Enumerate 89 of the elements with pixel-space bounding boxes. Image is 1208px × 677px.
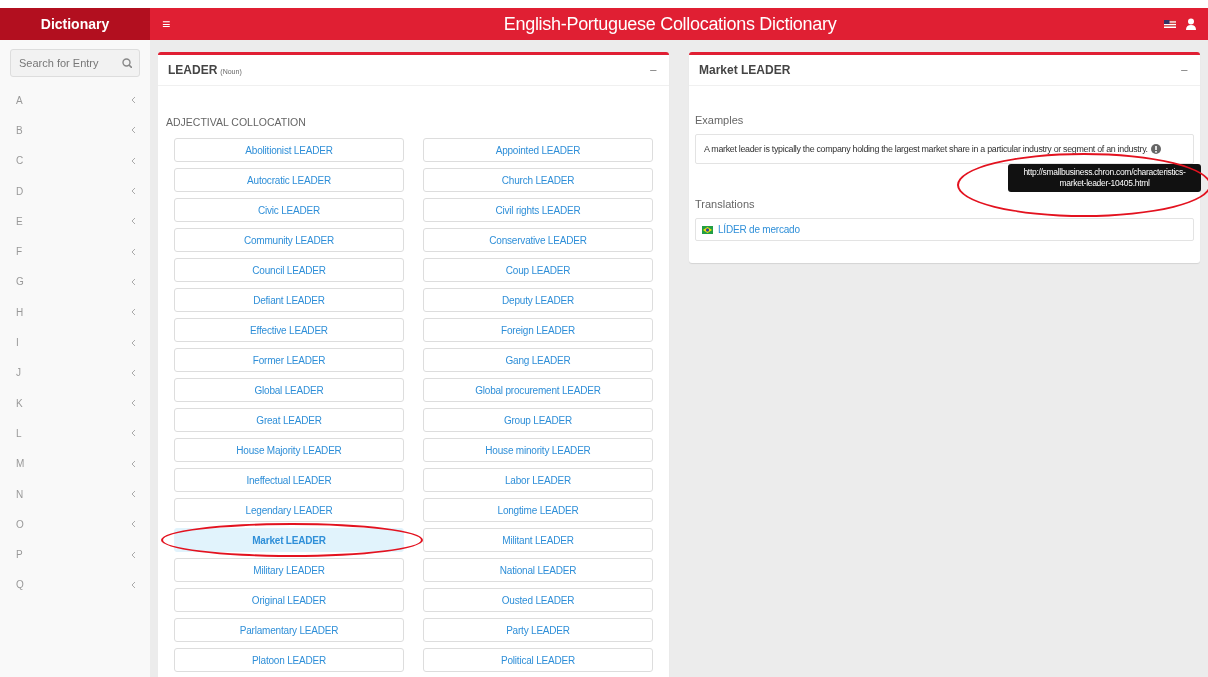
letter-item[interactable]: E [0, 206, 150, 237]
collocation-button[interactable]: Military LEADER [174, 558, 404, 582]
section-heading: Translations [695, 198, 756, 210]
collocation-button[interactable]: Parlamentary LEADER [174, 618, 404, 642]
letter-item[interactable]: J [0, 357, 150, 388]
collocation-button[interactable]: Former LEADER [174, 348, 404, 372]
chevron-icon [130, 459, 136, 468]
headword: LEADER [168, 63, 218, 77]
translation-link[interactable]: LÍDER de mercado [718, 224, 800, 235]
menu-button[interactable]: ≡ [156, 16, 177, 32]
collocation-button[interactable]: Foreign LEADER [423, 318, 653, 342]
letter-item[interactable]: C [0, 145, 150, 176]
flag-icon [702, 225, 713, 234]
collocation-button[interactable]: Great LEADER [174, 408, 404, 432]
chevron-icon [130, 550, 136, 559]
collocation-button[interactable]: Global LEADER [174, 378, 404, 402]
collocation-button[interactable]: Deputy LEADER [423, 288, 653, 312]
collocation-button[interactable]: Ineffectual LEADER [174, 468, 404, 492]
chevron-icon [130, 277, 136, 286]
collapse-button[interactable]: − [647, 62, 659, 78]
collocation-button[interactable]: Party LEADER [423, 618, 653, 642]
collocation-button[interactable]: Coup LEADER [423, 258, 653, 282]
collocation-button[interactable]: Defiant LEADER [174, 288, 404, 312]
letter-item[interactable]: P [0, 539, 150, 570]
section-heading: Examples [695, 114, 745, 126]
letter-item[interactable]: I [0, 327, 150, 358]
collocation-button[interactable]: Group LEADER [423, 408, 653, 432]
collocation-button[interactable]: House Majority LEADER [174, 438, 404, 462]
collocation-button[interactable]: Political LEADER [423, 648, 653, 672]
search-field[interactable]: Search for Entry [10, 49, 140, 77]
chevron-icon [130, 96, 136, 105]
letter-item[interactable]: H [0, 297, 150, 328]
chevron-icon [130, 187, 136, 196]
collocation-button[interactable]: Gang LEADER [423, 348, 653, 372]
collocation-button[interactable]: Civil rights LEADER [423, 198, 653, 222]
collocation-button[interactable]: Militant LEADER [423, 528, 653, 552]
collocation-button[interactable]: Labor LEADER [423, 468, 653, 492]
collocation-button[interactable]: Conservative LEADER [423, 228, 653, 252]
collocation-button[interactable]: Community LEADER [174, 228, 404, 252]
info-icon[interactable] [1150, 144, 1161, 154]
app-title: English-Portuguese Collocations Dictionary [502, 13, 838, 35]
letter-item[interactable]: K [0, 387, 150, 419]
collocation-button[interactable]: House minority LEADER [423, 438, 653, 462]
collocation-button[interactable]: Market LEADER [174, 528, 404, 552]
chevron-icon [130, 126, 136, 135]
collocation-button[interactable]: Longtime LEADER [423, 498, 653, 522]
example-text: A market leader is typically the company holding the largest market share in a particular industry or segment of an industry. [704, 144, 1148, 154]
collocation-button[interactable]: Civic LEADER [174, 198, 404, 222]
chevron-icon [130, 156, 136, 165]
chevron-icon [130, 247, 136, 256]
search-icon[interactable] [122, 58, 132, 68]
app-brand[interactable]: Dictionary [0, 8, 150, 40]
chevron-icon [130, 429, 136, 438]
letter-item[interactable]: L [0, 418, 150, 449]
letter-item[interactable]: M [0, 448, 150, 479]
chevron-icon [130, 308, 136, 317]
collocation-button[interactable]: Effective LEADER [174, 318, 404, 342]
collocation-button[interactable]: Original LEADER [174, 588, 404, 612]
collocation-button[interactable]: Ousted LEADER [423, 588, 653, 612]
letter-item[interactable]: B [0, 115, 150, 146]
collocation-button[interactable]: Legendary LEADER [174, 498, 404, 522]
panel-title: Market LEADER [699, 63, 791, 77]
collapse-button[interactable]: − [1178, 62, 1190, 78]
collocation-button[interactable]: Platoon LEADER [174, 648, 404, 672]
flag-icon[interactable] [1164, 20, 1176, 28]
collocation-button[interactable]: Appointed LEADER [423, 138, 653, 162]
letter-item[interactable]: N [0, 478, 150, 510]
collocation-button[interactable]: National LEADER [423, 558, 653, 582]
chevron-icon [130, 338, 136, 347]
section-heading: ADJECTIVAL COLLOCATION [165, 115, 307, 130]
chevron-icon [130, 217, 136, 226]
chevron-icon [130, 580, 136, 589]
collocation-button[interactable]: Autocratic LEADER [174, 168, 404, 192]
collocation-button[interactable]: Council LEADER [174, 258, 404, 282]
chevron-icon [130, 399, 136, 408]
source-tooltip: http://smallbusiness.chron.com/characteristics-market-leader-10405.html [1008, 164, 1201, 193]
chevron-icon [130, 368, 136, 377]
chevron-icon [130, 490, 136, 498]
collocation-button[interactable]: Church LEADER [423, 168, 653, 192]
letter-item[interactable]: O [0, 509, 150, 540]
collocation-button[interactable]: Abolitionist LEADER [174, 138, 404, 162]
user-icon[interactable] [1186, 18, 1196, 30]
letter-item[interactable]: F [0, 236, 150, 267]
letter-item[interactable]: Q [0, 569, 150, 601]
letter-item[interactable]: D [0, 175, 150, 207]
chevron-icon [130, 520, 136, 529]
letter-item[interactable]: G [0, 266, 150, 298]
collocation-button[interactable]: Global procurement LEADER [423, 378, 653, 402]
letter-item[interactable]: A [0, 85, 150, 116]
